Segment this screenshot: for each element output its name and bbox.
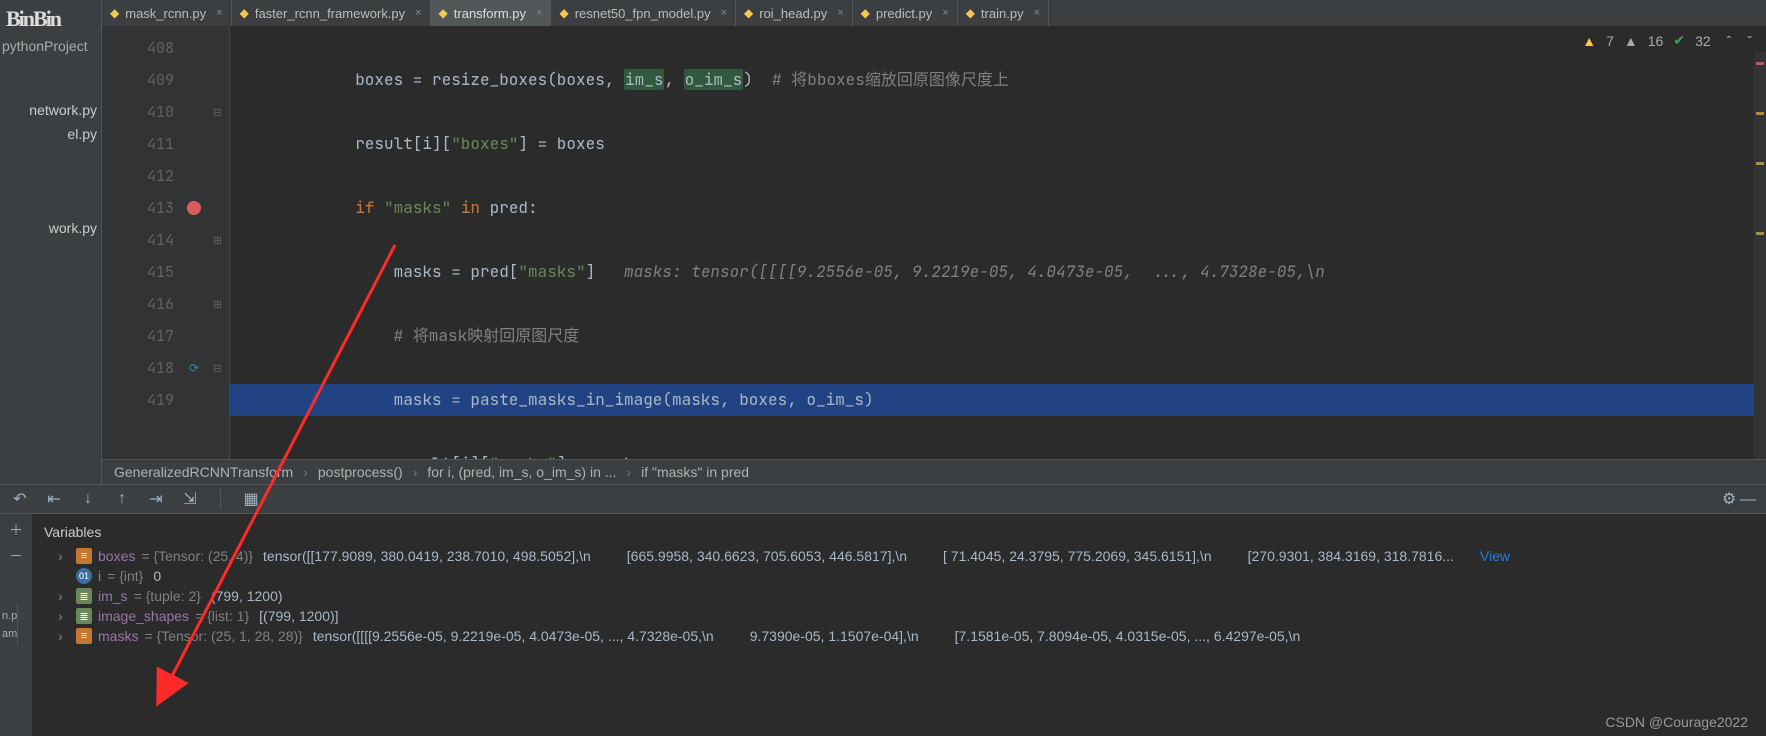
fold-gutter[interactable]: ⊟ ⊞⊞ ⊟: [206, 26, 230, 459]
view-link[interactable]: View: [1480, 548, 1510, 564]
line-numbers: 408 409 410 411 412 413 414 415 416 417 …: [102, 26, 182, 459]
variables-title: Variables: [40, 520, 1758, 546]
python-icon: ◆: [966, 6, 975, 20]
step-out-icon[interactable]: ↑: [112, 490, 132, 508]
chevron-right-icon[interactable]: ›: [58, 608, 70, 624]
close-icon[interactable]: ×: [942, 7, 948, 19]
tab-predict[interactable]: ◆predict.py×: [853, 0, 958, 26]
tuple-icon: ≣: [76, 588, 92, 604]
step-into-icon[interactable]: ↓: [78, 490, 98, 508]
warning-icon: ▲: [1582, 33, 1596, 49]
breadcrumb[interactable]: GeneralizedRCNNTransform› postprocess()›…: [102, 459, 1766, 484]
close-icon[interactable]: ×: [415, 7, 421, 19]
typo-icon: ✔: [1673, 32, 1685, 49]
variable-row-image-shapes[interactable]: › ≣ image_shapes = {list: 1} [(799, 1200…: [40, 606, 1758, 626]
tab-roi-head[interactable]: ◆roi_head.py×: [736, 0, 853, 26]
variable-row-im-s[interactable]: › ≣ im_s = {tuple: 2} (799, 1200): [40, 586, 1758, 606]
variable-row-boxes[interactable]: › ≡ boxes = {Tensor: (25, 4)} tensor([[1…: [40, 546, 1758, 566]
project-sidebar: BinBin pythonProject network.py el.py wo…: [0, 0, 102, 484]
resume-icon[interactable]: ↶: [10, 489, 30, 509]
python-icon: ◆: [559, 6, 568, 20]
tab-resnet50[interactable]: ◆resnet50_fpn_model.py×: [551, 0, 736, 26]
weak-warning-icon: ▲: [1624, 33, 1638, 49]
tab-transform[interactable]: ◆transform.py×: [431, 0, 552, 26]
plus-icon[interactable]: ＋: [9, 520, 23, 540]
calculator-icon[interactable]: ▦: [241, 489, 261, 509]
close-icon[interactable]: ×: [216, 7, 222, 19]
close-icon[interactable]: ×: [536, 7, 542, 19]
python-icon: ◆: [861, 6, 870, 20]
variable-row-i[interactable]: 01 i = {int} 0: [40, 566, 1758, 586]
int-icon: 01: [76, 568, 92, 584]
watermark: CSDN @Courage2022: [1605, 714, 1748, 730]
python-icon: ◆: [240, 6, 249, 20]
project-file[interactable]: network.py: [0, 98, 101, 122]
close-icon[interactable]: ×: [721, 7, 727, 19]
breakpoint-gutter[interactable]: ⟳: [182, 26, 206, 459]
tool-window-tabs[interactable]: n.p am: [0, 604, 18, 646]
code-editor[interactable]: boxes = resize_boxes(boxes, im_s, o_im_s…: [230, 26, 1766, 459]
editor-tabs: ◆mask_rcnn.py× ◆faster_rcnn_framework.py…: [102, 0, 1766, 26]
chevron-down-icon[interactable]: ˇ: [1747, 33, 1752, 49]
project-file[interactable]: el.py: [0, 122, 101, 146]
gear-icon[interactable]: ⚙: [1722, 491, 1736, 508]
inspection-summary[interactable]: ▲7 ▲16 ✔32 ˆ ˇ: [1582, 32, 1752, 49]
list-icon: ≣: [76, 608, 92, 624]
project-name[interactable]: pythonProject: [0, 34, 101, 58]
python-icon: ◆: [744, 6, 753, 20]
tensor-icon: ≡: [76, 628, 92, 644]
chevron-up-icon[interactable]: ˆ: [1727, 33, 1732, 49]
chevron-right-icon[interactable]: ›: [58, 628, 70, 644]
step-over-icon[interactable]: ⇤: [44, 489, 64, 509]
minimize-icon[interactable]: —: [1740, 491, 1756, 508]
error-stripe[interactable]: [1754, 52, 1766, 459]
evaluate-icon[interactable]: ⇲: [180, 489, 200, 509]
app-logo: BinBin: [0, 4, 101, 34]
python-icon: ◆: [439, 6, 448, 20]
project-file[interactable]: work.py: [0, 216, 101, 240]
variable-row-masks[interactable]: › ≡ masks = {Tensor: (25, 1, 28, 28)} te…: [40, 626, 1758, 646]
chevron-right-icon[interactable]: ›: [58, 588, 70, 604]
tab-train[interactable]: ◆train.py×: [958, 0, 1049, 26]
debug-toolbar: ↶ ⇤ ↓ ↑ ⇥ ⇲ ▦ ⚙ —: [0, 485, 1766, 514]
python-icon: ◆: [110, 6, 119, 20]
tab-mask-rcnn[interactable]: ◆mask_rcnn.py×: [102, 0, 232, 26]
minus-icon[interactable]: －: [9, 546, 23, 566]
run-to-cursor-icon[interactable]: ⇥: [146, 489, 166, 509]
close-icon[interactable]: ×: [837, 7, 843, 19]
tensor-icon: ≡: [76, 548, 92, 564]
variables-panel[interactable]: Variables › ≡ boxes = {Tensor: (25, 4)} …: [32, 514, 1766, 736]
tab-faster-rcnn[interactable]: ◆faster_rcnn_framework.py×: [232, 0, 431, 26]
chevron-right-icon[interactable]: ›: [58, 548, 70, 564]
breakpoint-icon[interactable]: [187, 201, 201, 215]
close-icon[interactable]: ×: [1034, 7, 1040, 19]
